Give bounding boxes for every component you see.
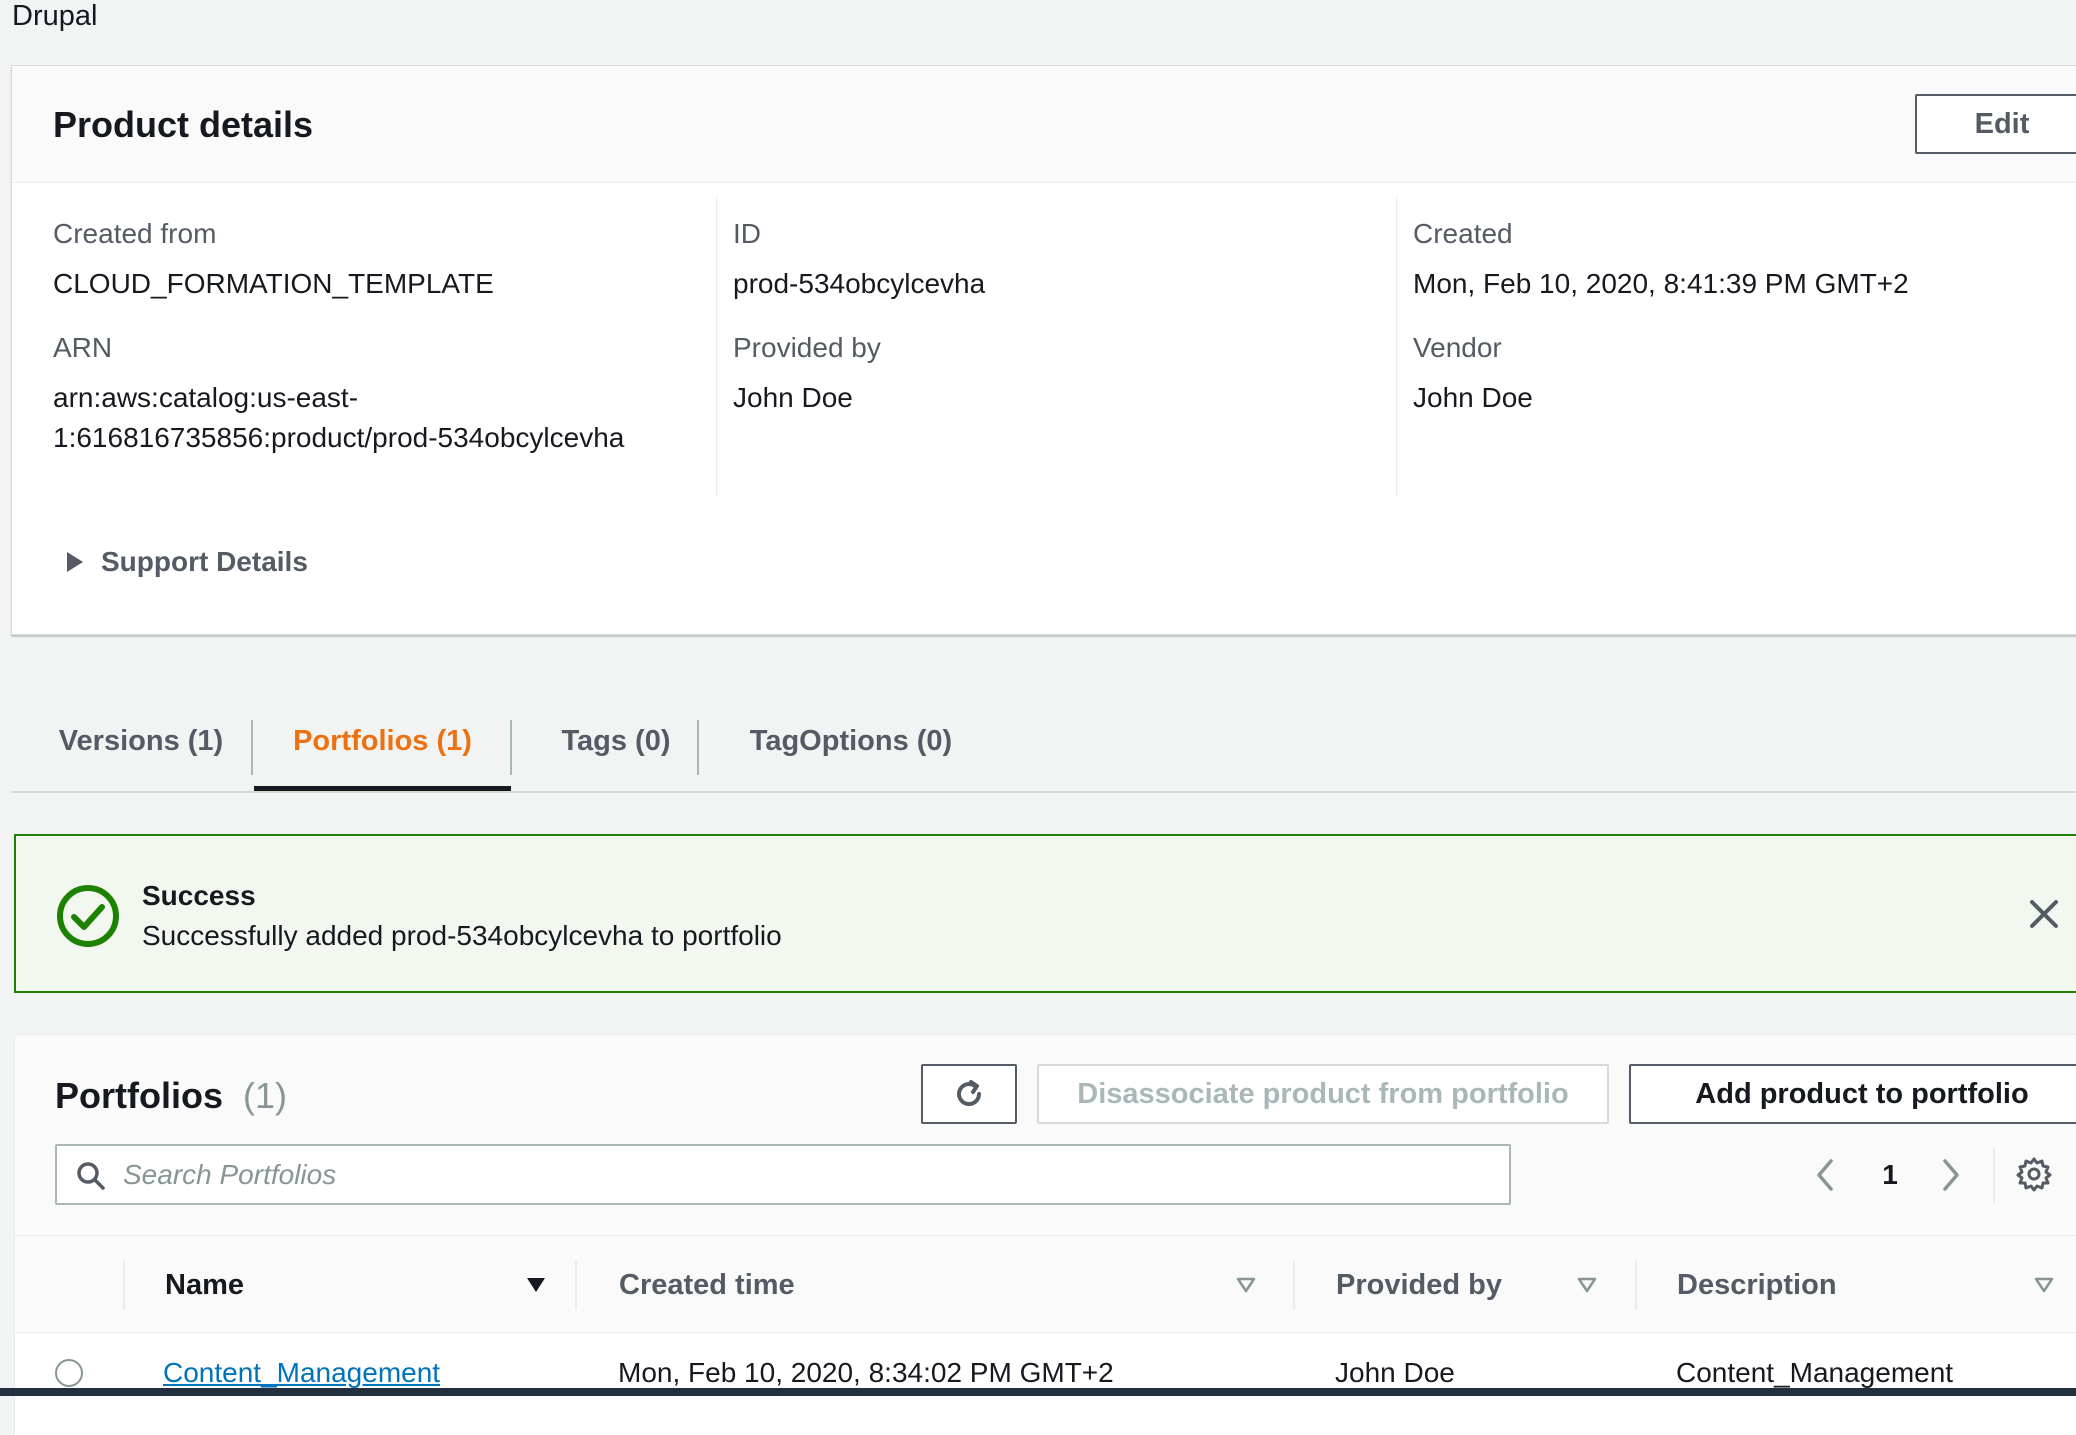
column-header-provided-by[interactable]: Provided by xyxy=(1336,1236,1502,1334)
id-value: prod-534obcylcevha xyxy=(733,268,986,299)
portfolio-provided-by: John Doe xyxy=(1335,1357,1455,1388)
search-icon xyxy=(77,1162,105,1190)
provided-by-value: John Doe xyxy=(733,382,853,413)
column-divider xyxy=(716,196,717,496)
disassociate-product-button[interactable]: Disassociate product from portfolio xyxy=(1037,1064,1609,1124)
created-from-label: Created from xyxy=(53,218,217,249)
row-select-radio[interactable] xyxy=(55,1359,83,1387)
support-details-label: Support Details xyxy=(101,546,308,577)
provided-by-label: Provided by xyxy=(733,332,881,363)
portfolios-title: Portfolios (1) xyxy=(55,1075,287,1117)
support-details-toggle[interactable]: Support Details xyxy=(67,546,308,578)
next-page-button[interactable] xyxy=(1931,1144,1971,1205)
search-portfolios-input[interactable] xyxy=(123,1152,1493,1198)
id-label: ID xyxy=(733,218,761,249)
tab-tags[interactable]: Tags (0) xyxy=(531,690,701,793)
sort-icon[interactable] xyxy=(1576,1274,1598,1296)
flash-title: Success xyxy=(142,880,256,911)
previous-page-button[interactable] xyxy=(1805,1144,1845,1205)
tab-versions[interactable]: Versions (1) xyxy=(41,690,241,793)
tab-bar: Versions (1) Portfolios (1) Tags (0) Tag… xyxy=(11,690,2076,793)
table-header: Name Created time Provided by Descriptio… xyxy=(15,1235,2076,1333)
sort-icon[interactable] xyxy=(2033,1274,2055,1296)
header-divider xyxy=(1293,1260,1295,1310)
sort-icon[interactable] xyxy=(1235,1274,1257,1296)
arn-value-line-2: 1:616816735856:product/prod-534obcylcevh… xyxy=(53,422,625,453)
search-box xyxy=(55,1144,1511,1205)
details-column-3: Created Mon, Feb 10, 2020, 8:41:39 PM GM… xyxy=(1413,196,2063,418)
tab-portfolios[interactable]: Portfolios (1) xyxy=(254,690,511,793)
table-row: Content_Management Mon, Feb 10, 2020, 8:… xyxy=(15,1333,2076,1435)
header-divider xyxy=(1635,1260,1637,1310)
column-header-description[interactable]: Description xyxy=(1677,1236,1837,1334)
details-column-2: ID prod-534obcylcevha Provided by John D… xyxy=(733,196,1383,418)
caret-right-icon xyxy=(67,552,83,572)
header-divider xyxy=(575,1260,577,1310)
close-icon[interactable] xyxy=(2026,896,2062,932)
portfolio-created-time: Mon, Feb 10, 2020, 8:34:02 PM GMT+2 xyxy=(618,1357,1114,1388)
success-flash: Success Successfully added prod-534obcyl… xyxy=(14,834,2076,993)
tab-separator xyxy=(697,720,699,775)
created-from-value: CLOUD_FORMATION_TEMPLATE xyxy=(53,268,494,299)
portfolios-title-text: Portfolios xyxy=(55,1075,223,1116)
flash-message: Successfully added prod-534obcylcevha to… xyxy=(142,920,782,951)
refresh-button[interactable] xyxy=(921,1064,1017,1124)
tab-tagoptions[interactable]: TagOptions (0) xyxy=(721,690,981,793)
arn-value-line-1: arn:aws:catalog:us-east- xyxy=(53,382,359,413)
gear-icon[interactable] xyxy=(2016,1156,2052,1192)
breadcrumb-title: Drupal xyxy=(12,0,98,32)
arn-label: ARN xyxy=(53,332,113,363)
details-column-1: Created from CLOUD_FORMATION_TEMPLATE AR… xyxy=(53,196,703,458)
column-header-name[interactable]: Name xyxy=(165,1236,244,1334)
header-divider xyxy=(123,1260,125,1310)
product-details-card: Product details Edit Created from CLOUD_… xyxy=(11,65,2076,635)
bottom-bar xyxy=(0,1388,2076,1396)
vendor-value: John Doe xyxy=(1413,382,1533,413)
add-product-to-portfolio-button[interactable]: Add product to portfolio xyxy=(1629,1064,2076,1124)
product-details-header: Product details Edit xyxy=(12,66,2076,183)
refresh-icon xyxy=(957,1080,981,1106)
column-divider xyxy=(1396,196,1397,496)
vendor-label: Vendor xyxy=(1413,332,1502,363)
success-check-icon xyxy=(57,885,119,947)
portfolio-name-link[interactable]: Content_Management xyxy=(163,1357,440,1389)
arn-value: arn:aws:catalog:us-east- 1:616816735856:… xyxy=(53,378,703,458)
sort-descending-icon[interactable] xyxy=(525,1274,547,1296)
portfolio-description: Content_Management xyxy=(1676,1357,1954,1388)
edit-button[interactable]: Edit xyxy=(1915,94,2076,154)
chevron-left-icon xyxy=(1817,1158,1833,1191)
column-header-created-time[interactable]: Created time xyxy=(619,1236,795,1334)
active-tab-indicator xyxy=(254,786,511,791)
created-value: Mon, Feb 10, 2020, 8:41:39 PM GMT+2 xyxy=(1413,268,1909,299)
pager-divider xyxy=(1993,1147,1995,1203)
created-label: Created xyxy=(1413,218,1513,249)
page-number[interactable]: 1 xyxy=(1875,1144,1905,1205)
chevron-right-icon xyxy=(1943,1158,1959,1191)
portfolios-count: (1) xyxy=(243,1075,287,1116)
tab-separator xyxy=(510,720,512,775)
portfolios-table-card: Portfolios (1) Disassociate product from … xyxy=(14,1034,2076,1435)
tab-separator xyxy=(251,720,253,775)
product-details-title: Product details xyxy=(53,104,314,145)
